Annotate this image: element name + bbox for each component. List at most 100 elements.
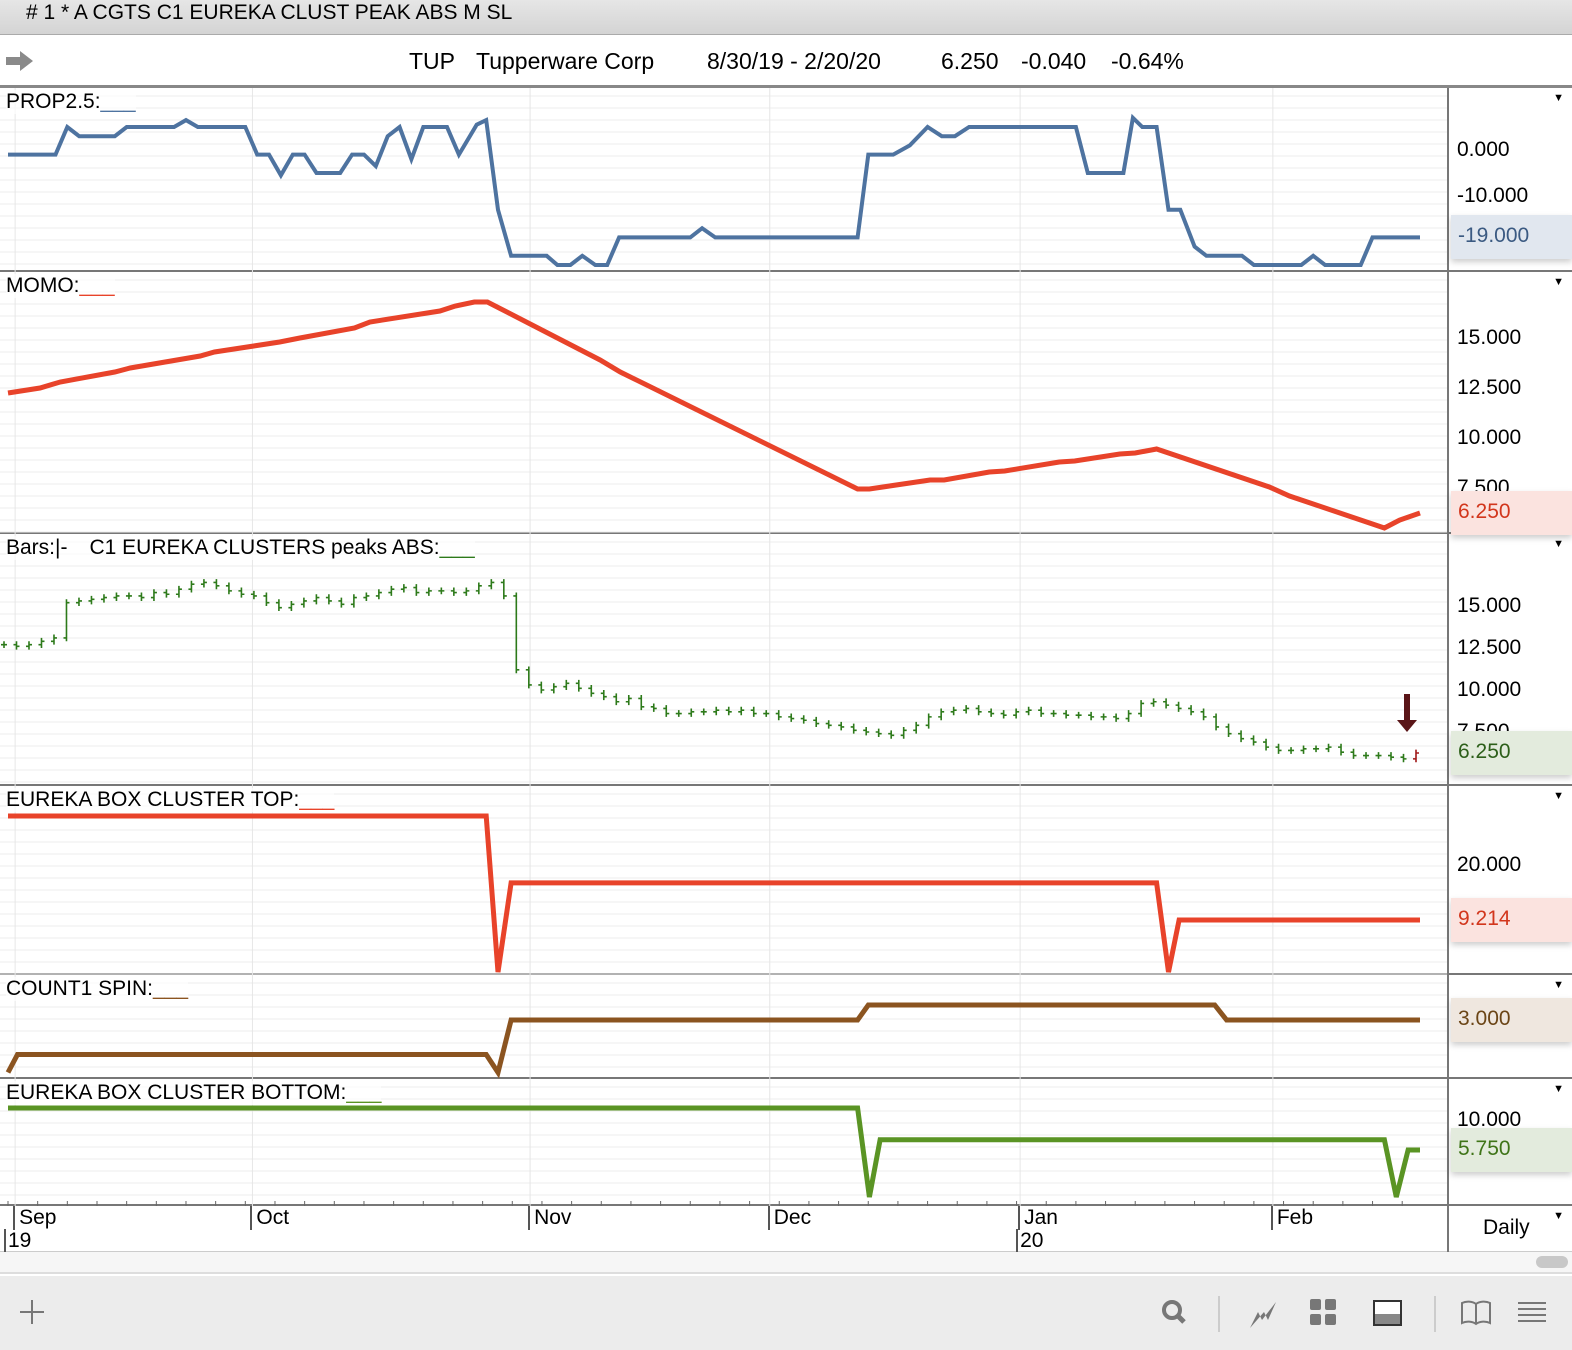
price-bar <box>588 684 595 697</box>
value-axis[interactable]: ▼ 10.000 5.750 <box>1447 1079 1572 1204</box>
value-axis[interactable]: ▼15.00012.50010.0007.5006.250 <box>1447 534 1572 784</box>
price-bar <box>100 594 107 603</box>
panel-label[interactable]: PROP2.5:___ <box>6 90 136 114</box>
price-bar <box>300 597 307 608</box>
legend-swatch: ___ <box>100 90 136 113</box>
price-bar <box>663 705 670 717</box>
panel-label[interactable]: MOMO:___ <box>6 274 115 298</box>
price-bar <box>1388 752 1395 761</box>
price-bar <box>1250 735 1257 746</box>
price-bar <box>438 587 445 595</box>
price-bar <box>950 706 957 716</box>
price-bar <box>525 666 532 689</box>
current-value-badge: 5.750 <box>1451 1128 1572 1172</box>
panel-label[interactable]: Bars:|- C1 EUREKA CLUSTERS peaks ABS:___ <box>6 536 475 560</box>
panel-label[interactable]: EUREKA BOX CLUSTER BOTTOM:___ <box>6 1081 382 1105</box>
indicator-name: EUREKA BOX CLUSTER TOP: <box>6 788 300 811</box>
price-change: -0.040 <box>1021 48 1087 74</box>
price-bar <box>750 706 757 717</box>
current-value-badge: 3.000 <box>1451 998 1572 1042</box>
price-bar <box>1225 723 1232 738</box>
price-bar <box>450 587 457 596</box>
value-axis[interactable]: ▼ 20.000 9.214 <box>1447 786 1572 973</box>
price-bar <box>838 721 845 731</box>
month-label: Oct <box>250 1206 289 1230</box>
book-icon[interactable] <box>1458 1294 1494 1330</box>
date-range: 8/30/19 - 2/20/20 <box>707 48 881 74</box>
scrollbar-thumb[interactable] <box>1536 1256 1568 1268</box>
axis-tick-label: 10.000 <box>1457 678 1522 701</box>
price-bar <box>425 587 432 596</box>
chevron-down-icon[interactable]: ▼ <box>1553 276 1564 288</box>
axis-tick-label: 12.500 <box>1457 376 1522 399</box>
period-selector[interactable]: Daily ▼ <box>1447 1206 1572 1252</box>
price-bar <box>188 580 195 593</box>
search-icon[interactable] <box>1156 1294 1192 1330</box>
indicator-panel: COUNT1 SPIN:___ ▼ 3.000 <box>0 975 1572 1079</box>
value-axis[interactable]: ▼ 0.000 -10.000 -19.000 <box>1447 88 1572 270</box>
toolbar-divider <box>1434 1296 1436 1332</box>
price-bar <box>175 585 182 598</box>
value-axis[interactable]: ▼ 3.000 <box>1447 975 1572 1077</box>
indicator-name: EUREKA BOX CLUSTER BOTTOM: <box>6 1081 347 1104</box>
window-title-bar: # 1 * A CGTS C1 EUREKA CLUST PEAK ABS M … <box>0 0 1572 35</box>
chevron-down-icon[interactable]: ▼ <box>1553 538 1564 550</box>
indicator-panel: EUREKA BOX CLUSTER TOP:___ ▼ 20.000 9.214 <box>0 786 1572 975</box>
chevron-down-icon[interactable]: ▼ <box>1553 790 1564 802</box>
window-title: # 1 * A CGTS C1 EUREKA CLUST PEAK ABS M … <box>26 1 513 24</box>
panel-plot <box>0 88 1447 272</box>
chart-style-icon[interactable] <box>1246 1294 1282 1330</box>
add-icon[interactable] <box>14 1294 50 1330</box>
price-bar <box>513 592 520 674</box>
chevron-down-icon[interactable]: ▼ <box>1553 92 1564 104</box>
price-bar <box>638 695 645 711</box>
price-bar <box>925 713 932 729</box>
indicator-name: MOMO: <box>6 274 80 297</box>
value-axis[interactable]: ▼15.00012.50010.0007.5006.250 <box>1447 272 1572 535</box>
price-bar <box>1125 710 1132 722</box>
axis-tick-label: 0.000 <box>1457 138 1510 161</box>
price-bar <box>1000 710 1007 719</box>
price-bar <box>200 579 207 588</box>
price-bar <box>888 730 895 739</box>
price-bar <box>1025 706 1032 716</box>
price-bar <box>763 710 770 717</box>
grid-layout-icon[interactable] <box>1305 1294 1341 1330</box>
symbol-header: TUP Tupperware Corp 8/30/19 - 2/20/20 6.… <box>0 36 1572 88</box>
current-value-badge: 9.214 <box>1451 898 1572 942</box>
month-label: Feb <box>1270 1206 1313 1230</box>
indicator-panel: EUREKA BOX CLUSTER BOTTOM:___ ▼ 10.000 5.75… <box>0 1079 1572 1206</box>
price-bar <box>488 579 495 590</box>
price-bar <box>1413 749 1419 763</box>
legend-swatch: ___ <box>439 536 475 559</box>
price-bar <box>600 690 607 701</box>
indicator-panel: MOMO:___ ▼ 15.000 12.500 10.000 7.500 6.250 <box>0 272 1572 535</box>
horizontal-scrollbar[interactable] <box>0 1252 1572 1274</box>
panel-label[interactable]: EUREKA BOX CLUSTER TOP:___ <box>6 788 335 812</box>
chevron-down-icon[interactable]: ▼ <box>1553 1083 1564 1095</box>
arrow-right-icon[interactable] <box>6 50 34 72</box>
price-bar <box>1075 711 1082 719</box>
panel-label[interactable]: COUNT1 SPIN:___ <box>6 977 189 1001</box>
price-bar <box>675 710 682 717</box>
price-bar <box>1275 743 1282 754</box>
axis-tick-label: 12.500 <box>1457 636 1522 659</box>
price-bar <box>625 695 632 706</box>
price-bar <box>213 579 220 590</box>
series-line <box>8 1105 1420 1198</box>
price-bar <box>650 703 657 712</box>
price-bar <box>338 597 345 608</box>
series-line <box>8 813 1420 973</box>
period-label: Daily <box>1483 1216 1530 1239</box>
toolbar-divider <box>1218 1296 1220 1332</box>
price-bar <box>275 599 282 612</box>
panel-layout-icon[interactable] <box>1370 1294 1406 1330</box>
month-label: Nov <box>528 1206 571 1230</box>
price-bar <box>225 582 232 595</box>
current-value-badge: 6.250 <box>1451 731 1572 775</box>
chevron-down-icon[interactable]: ▼ <box>1553 979 1564 991</box>
panel-plot <box>0 534 1447 786</box>
price-bar <box>963 705 970 714</box>
menu-icon[interactable] <box>1514 1294 1550 1330</box>
price-bar <box>63 599 70 642</box>
